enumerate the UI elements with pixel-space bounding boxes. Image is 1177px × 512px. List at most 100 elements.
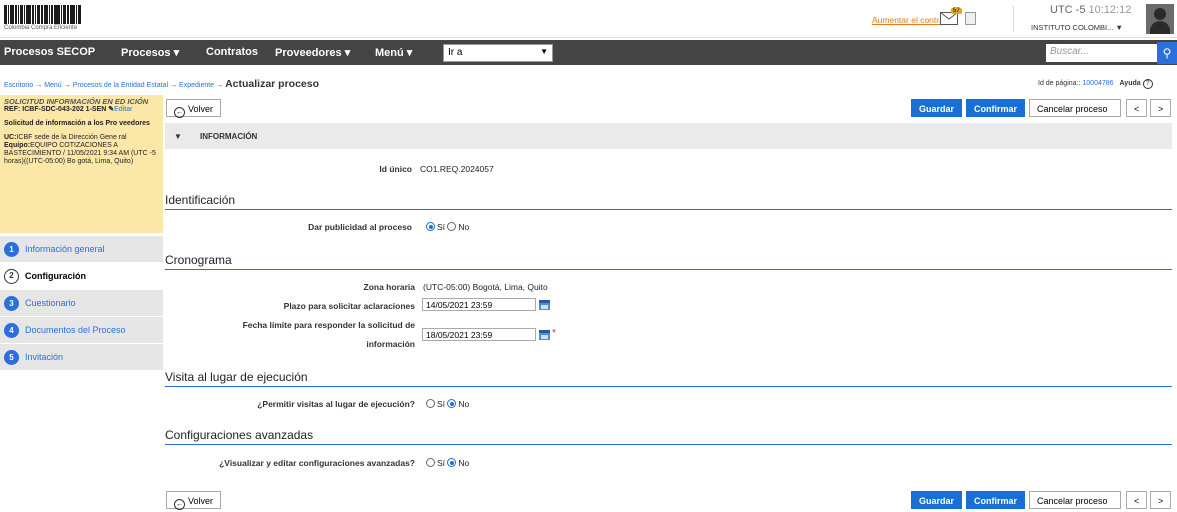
crumb-expediente[interactable]: Expediente (179, 82, 214, 89)
calendar-icon[interactable] (539, 300, 550, 310)
fecha-label-line2: información (366, 339, 415, 349)
crumb-arrow-icon: → (35, 82, 43, 89)
prev-button[interactable]: < (1126, 99, 1147, 117)
visita-yes-radio[interactable] (426, 399, 435, 408)
step-number: 3 (4, 296, 19, 311)
clock-zone: UTC -5 (1050, 4, 1086, 16)
logo-label: Colombia Compra Eficiente (4, 25, 78, 31)
nav-contratos[interactable]: Contratos (206, 46, 258, 58)
next-button-bottom[interactable]: > (1150, 491, 1171, 509)
goto-select[interactable]: Ir a ▼ (443, 44, 553, 62)
visita-no-radio[interactable] (447, 399, 457, 408)
process-team: Equipo:EQUIPO COTIZACIONES A BASTECIMIEN… (4, 142, 159, 166)
step-invitacion[interactable]: 5 Invitación (0, 344, 163, 371)
publicidad-yes-radio[interactable] (426, 222, 435, 231)
uc-label: UC: (4, 134, 17, 141)
help-icon[interactable]: ? (1142, 79, 1153, 89)
fecha-label-line1: Fecha límite para responder la solicitud… (242, 320, 415, 330)
save-button[interactable]: Guardar (911, 99, 963, 117)
goto-value: Ir a (448, 47, 463, 58)
prev-button-bottom[interactable]: < (1126, 491, 1147, 509)
step-number: 4 (4, 323, 19, 338)
avanzadas-yes-radio[interactable] (426, 458, 435, 467)
wizard-steps: 1 Información general 2 Configuración 3 Cue… (0, 236, 163, 371)
yes-label: Sí (437, 222, 446, 232)
step-number: 2 (4, 269, 19, 284)
fecha-date-input[interactable]: 18/05/2021 23:59 (422, 328, 536, 341)
yes-label: Sí (437, 399, 446, 409)
crumb-menu[interactable]: Menú (44, 82, 62, 89)
plazo-date-input[interactable]: 14/05/2021 23:59 (422, 298, 536, 311)
arrow-left-icon: ← (174, 107, 185, 118)
back-button-bottom[interactable]: ← Volver (166, 491, 222, 510)
step-number: 5 (4, 350, 19, 365)
avanzadas-radio-group: Sí No (426, 458, 469, 468)
no-label: No (458, 458, 470, 468)
back-label: Volver (188, 104, 214, 114)
collapse-icon[interactable]: ▼ (174, 132, 182, 141)
institution-selector[interactable]: INSTITUTO COLOMBI... ▼ (1031, 23, 1123, 32)
zona-label: Zona horaria (363, 282, 415, 292)
step-documentos[interactable]: 4 Documentos del Proceso (0, 317, 163, 344)
breadcrumb: Escritorio → Menú → Procesos de la Entidad E… (4, 78, 319, 90)
visita-label: ¿Permitir visitas al lugar de ejecución? (257, 399, 415, 409)
main-nav: Procesos SECOP Procesos ▾ Contratos Prov… (0, 40, 1177, 65)
step-label: Invitación (25, 352, 64, 362)
crumb-arrow-icon: → (216, 82, 224, 89)
crumb-procesos[interactable]: Procesos de la Entidad Estatal (73, 82, 168, 89)
id-label: Id único (379, 164, 412, 174)
info-section-header[interactable]: ▼ INFORMACIÓN (165, 123, 1172, 149)
colombia-compra-logo[interactable]: Colombia Compra Eficiente (4, 5, 108, 35)
plazo-label: Plazo para solicitar aclaraciones (283, 301, 415, 311)
uc-value: ICBF sede de la Dirección Gene ral (16, 134, 127, 141)
cancel-process-button[interactable]: Cancelar proceso (1029, 99, 1121, 117)
clock-time: 10:12:12 (1088, 4, 1132, 16)
info-section-title: INFORMACIÓN (200, 132, 258, 141)
step-cuestionario[interactable]: 3 Cuestionario (0, 290, 163, 317)
search-input[interactable]: Buscar... (1046, 44, 1159, 62)
step-informacion-general[interactable]: 1 Información general (0, 236, 163, 263)
confirm-button-bottom[interactable]: Confirmar (966, 491, 1026, 509)
page-id-value[interactable]: 10004786 (1082, 80, 1113, 87)
crumb-escritorio[interactable]: Escritorio (4, 82, 33, 89)
confirm-button[interactable]: Confirmar (966, 99, 1026, 117)
help-link[interactable]: Ayuda (1120, 80, 1141, 87)
mail-count-badge: 57 (951, 8, 962, 14)
user-avatar[interactable] (1146, 4, 1174, 34)
section-identificacion: Identificación (165, 193, 1172, 210)
nav-proveedores[interactable]: Proveedores ▾ (275, 46, 350, 59)
back-button[interactable]: ← Volver (166, 99, 222, 118)
no-label: No (458, 399, 470, 409)
section-avanzadas: Configuraciones avanzadas (165, 428, 1172, 445)
calendar-icon[interactable] (539, 330, 550, 340)
chevron-down-icon: ▼ (540, 47, 548, 56)
page-id-label: Id de página:: (1038, 80, 1081, 87)
clock: UTC -5 10:12:12 (1050, 4, 1131, 16)
publicidad-radio-group: Sí No (426, 222, 469, 232)
nav-procesos-secop[interactable]: Procesos SECOP (4, 46, 95, 58)
next-button[interactable]: > (1150, 99, 1171, 117)
process-uc: UC:ICBF sede de la Dirección Gene ral (4, 134, 159, 142)
back-label: Volver (188, 496, 214, 506)
search-icon[interactable]: ⚲ (1157, 42, 1177, 64)
id-value: CO1.REQ.2024057 (420, 164, 494, 174)
step-label: Documentos del Proceso (25, 325, 126, 335)
step-label: Cuestionario (25, 298, 76, 308)
cancel-process-button-bottom[interactable]: Cancelar proceso (1029, 491, 1121, 509)
step-label: Información general (25, 244, 105, 254)
save-button-bottom[interactable]: Guardar (911, 491, 963, 509)
nav-menu[interactable]: Menú ▾ (375, 46, 412, 59)
edit-link[interactable]: Editar (114, 106, 132, 113)
avanzadas-label: ¿Visualizar y editar configuraciones ava… (219, 458, 415, 468)
section-visita: Visita al lugar de ejecución (165, 370, 1172, 387)
step-configuracion[interactable]: 2 Configuración (0, 263, 163, 290)
page-id: Id de página:: 10004786 Ayuda? (1038, 79, 1153, 89)
document-icon[interactable] (965, 12, 976, 25)
publicidad-label: Dar publicidad al proceso (308, 222, 412, 232)
publicidad-no-radio[interactable] (447, 222, 457, 231)
avanzadas-no-radio[interactable] (447, 458, 457, 467)
process-ref-text: REF: ICBF-SDC-043-202 1-SEN (4, 106, 107, 113)
nav-procesos[interactable]: Procesos ▾ (121, 46, 179, 59)
required-mark: * (552, 328, 556, 339)
no-label: No (458, 222, 470, 232)
